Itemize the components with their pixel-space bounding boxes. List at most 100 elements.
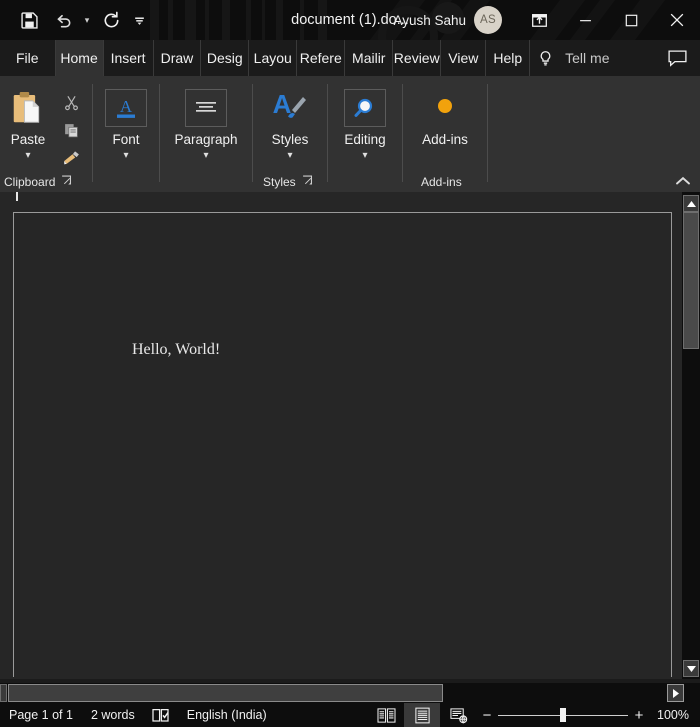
zoom-control: − + 100%	[476, 703, 700, 727]
lightbulb-icon[interactable]	[529, 40, 561, 76]
clipboard-small-buttons	[56, 82, 86, 172]
paragraph-chevron-down-icon[interactable]: ▾	[203, 150, 208, 162]
scroll-right-arrow-icon[interactable]	[667, 684, 684, 702]
ribbon-group-clipboard: Paste ▾ Clipboard	[0, 76, 92, 192]
undo-icon[interactable]	[46, 3, 80, 37]
ribbon-group-addins: Add-ins Add-ins	[403, 76, 487, 192]
paste-label: Paste	[10, 132, 46, 147]
ribbon-display-options-icon[interactable]	[516, 0, 562, 40]
scroll-down-arrow-icon[interactable]	[683, 660, 699, 677]
font-chevron-down-icon[interactable]: ▾	[123, 150, 128, 162]
styles-icon: A	[269, 86, 311, 130]
tell-me-label[interactable]: Tell me	[561, 40, 609, 76]
styles-button[interactable]: A Styles ▾	[259, 82, 321, 162]
styles-chevron-down-icon[interactable]: ▾	[287, 150, 292, 162]
addins-icon	[431, 86, 459, 130]
horizontal-scroll-left-cap[interactable]	[0, 684, 7, 702]
ribbon-group-editing: Editing ▾	[328, 76, 402, 192]
vertical-scrollbar[interactable]	[682, 192, 700, 679]
customize-qat-icon[interactable]	[128, 3, 150, 37]
editing-chevron-down-icon[interactable]: ▾	[362, 150, 367, 162]
account-name: Ayush Sahu	[393, 12, 466, 28]
paste-chevron-down-icon[interactable]: ▾	[25, 150, 30, 162]
view-print-layout-icon[interactable]	[404, 703, 440, 727]
paragraph-icon	[185, 86, 227, 130]
zoom-out-button[interactable]: −	[476, 707, 498, 724]
clipboard-dialog-launcher-icon[interactable]	[61, 175, 72, 189]
paste-icon	[9, 86, 47, 130]
paste-button[interactable]: Paste ▾	[0, 82, 56, 162]
styles-group-label: Styles	[263, 175, 296, 189]
titlebar-right: Ayush Sahu AS	[393, 0, 700, 40]
text-caret	[16, 192, 18, 201]
word-window: ▾ document (1).do... Ayush Sahu AS File …	[0, 0, 700, 727]
tab-home[interactable]: Home	[54, 40, 103, 76]
cut-icon[interactable]	[56, 88, 86, 116]
title-bar: ▾ document (1).do... Ayush Sahu AS	[0, 0, 700, 40]
language-indicator[interactable]: English (India)	[178, 703, 276, 727]
tab-references[interactable]: Refere	[296, 40, 344, 76]
tab-file[interactable]: File	[0, 40, 55, 76]
horizontal-scrollbar[interactable]	[0, 683, 700, 703]
close-icon[interactable]	[654, 0, 700, 40]
styles-label: Styles	[271, 132, 309, 147]
horizontal-scroll-thumb[interactable]	[8, 684, 443, 702]
tab-layout[interactable]: Layou	[248, 40, 296, 76]
group-separator	[487, 84, 488, 182]
collapse-ribbon-chevron-up-icon[interactable]	[668, 170, 698, 192]
addins-label: Add-ins	[422, 132, 468, 147]
document-page[interactable]: Hello, World!	[13, 212, 672, 677]
paragraph-group-label	[160, 172, 252, 192]
ribbon-group-styles: A Styles ▾ Styles	[253, 76, 327, 192]
tab-review[interactable]: Review	[392, 40, 440, 76]
save-icon[interactable]	[12, 3, 46, 37]
tab-insert[interactable]: Insert	[102, 40, 153, 76]
redo-icon[interactable]	[94, 3, 128, 37]
word-count[interactable]: 2 words	[82, 703, 144, 727]
document-area[interactable]: Hello, World!	[0, 192, 700, 679]
avatar[interactable]: AS	[474, 6, 502, 34]
scroll-up-arrow-icon[interactable]	[683, 195, 699, 212]
quick-access-toolbar: ▾	[0, 0, 150, 40]
proofing-icon[interactable]	[144, 703, 178, 727]
styles-group-label-row: Styles	[253, 172, 327, 192]
zoom-level-label[interactable]: 100%	[650, 708, 696, 722]
view-web-layout-icon[interactable]	[440, 703, 476, 727]
paragraph-button[interactable]: Paragraph ▾	[161, 82, 251, 162]
copy-icon[interactable]	[56, 116, 86, 144]
ribbon-tabs: File Home Insert Draw Desig Layou Refere…	[0, 40, 700, 76]
font-button[interactable]: A Font ▾	[95, 82, 157, 162]
maximize-icon[interactable]	[608, 0, 654, 40]
tab-design[interactable]: Desig	[200, 40, 248, 76]
comments-icon[interactable]	[667, 40, 688, 76]
editing-button[interactable]: Editing ▾	[334, 82, 396, 162]
font-label: Font	[112, 132, 140, 147]
format-painter-icon[interactable]	[56, 144, 86, 172]
clipboard-group-label-row: Clipboard	[0, 172, 92, 192]
editing-label: Editing	[344, 132, 386, 147]
addins-group-label: Add-ins	[421, 175, 462, 189]
tab-help[interactable]: Help	[485, 40, 529, 76]
document-body-text[interactable]: Hello, World!	[132, 341, 220, 359]
font-group-label	[93, 172, 159, 192]
vertical-scroll-thumb[interactable]	[683, 212, 699, 349]
ribbon-group-font: A Font ▾	[93, 76, 159, 192]
svg-text:A: A	[273, 89, 292, 119]
tab-mailings[interactable]: Mailir	[344, 40, 392, 76]
ribbon: Paste ▾ Clipboard A Font ▾ Paragraph ▾ A…	[0, 76, 700, 192]
undo-dropdown-icon[interactable]: ▾	[80, 3, 94, 37]
clipboard-group-label: Clipboard	[4, 175, 56, 189]
zoom-in-button[interactable]: +	[628, 707, 650, 724]
ribbon-group-paragraph: Paragraph ▾	[160, 76, 252, 192]
status-bar: Page 1 of 1 2 words English (India) − + …	[0, 703, 700, 727]
paragraph-label: Paragraph	[174, 132, 238, 147]
view-read-mode-icon[interactable]	[368, 703, 404, 727]
page-indicator[interactable]: Page 1 of 1	[0, 703, 82, 727]
zoom-slider[interactable]	[498, 703, 628, 727]
minimize-icon[interactable]	[562, 0, 608, 40]
tab-draw[interactable]: Draw	[152, 40, 201, 76]
zoom-slider-thumb[interactable]	[560, 708, 566, 722]
tab-view[interactable]: View	[440, 40, 485, 76]
addins-button[interactable]: Add-ins	[404, 82, 486, 147]
styles-dialog-launcher-icon[interactable]	[302, 175, 313, 189]
